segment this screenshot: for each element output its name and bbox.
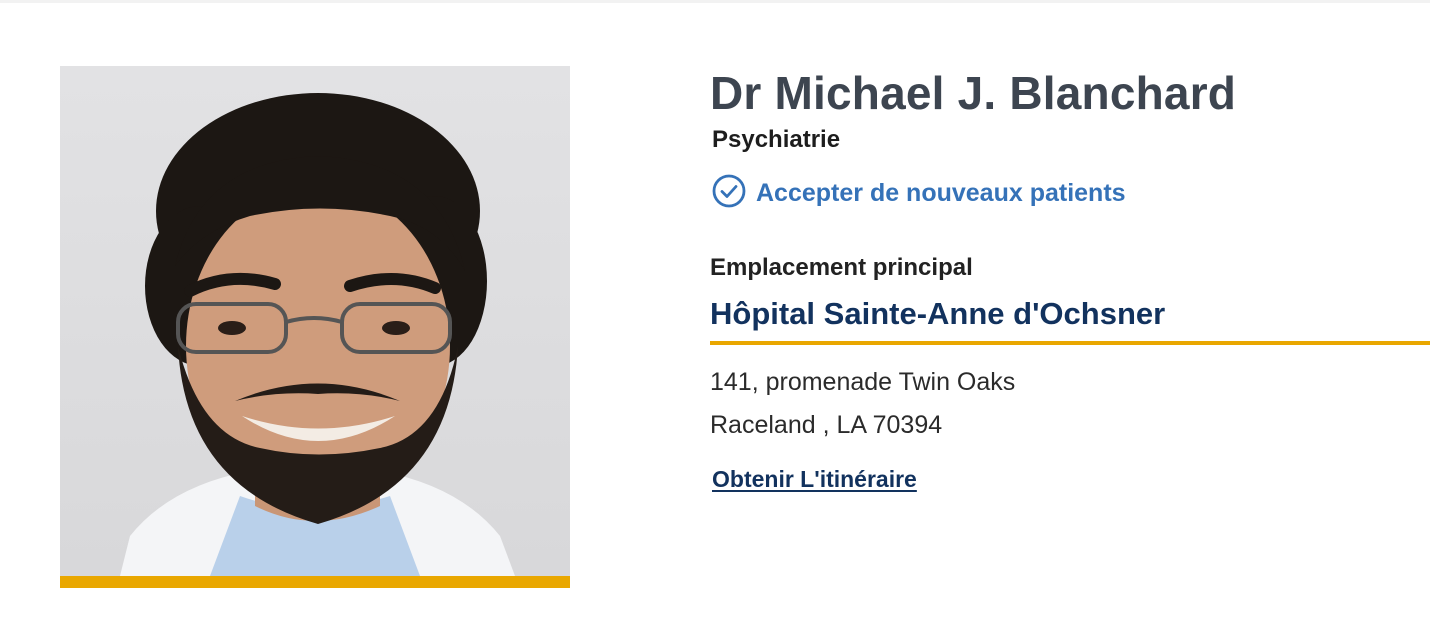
location-underline [710, 341, 1430, 345]
doctor-photo-card [60, 66, 570, 588]
doctor-name: Dr Michael J. Blanchard [710, 67, 1237, 119]
doctor-specialty: Psychiatrie [712, 126, 841, 153]
doctor-photo [60, 66, 570, 576]
check-circle-icon [712, 174, 746, 213]
get-directions-link[interactable]: Obtenir L'itinéraire [712, 466, 917, 493]
accepting-patients-status: Accepter de nouveaux patients [712, 174, 1126, 213]
photo-accent-bar [60, 576, 570, 588]
address-line-2: Raceland , LA 70394 [710, 411, 943, 439]
location-heading: Emplacement principal [710, 254, 973, 281]
accepting-patients-label: Accepter de nouveaux patients [756, 179, 1126, 207]
top-divider [0, 0, 1430, 3]
address-line-1: 141, promenade Twin Oaks [710, 368, 1016, 396]
location-name: Hôpital Sainte-Anne d'Ochsner [710, 296, 1166, 331]
